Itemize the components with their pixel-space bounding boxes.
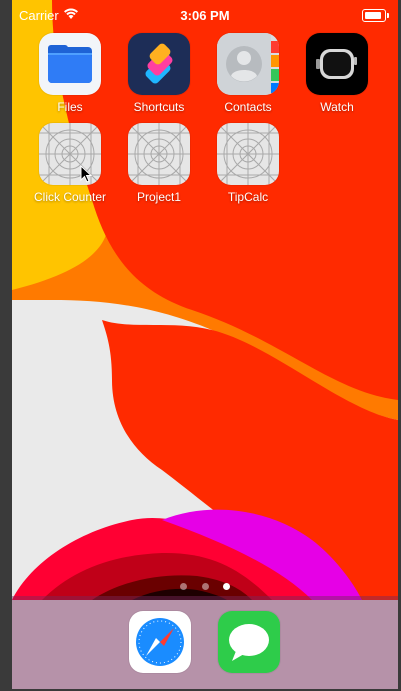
page-dot-active <box>222 583 230 590</box>
app-watch[interactable]: Watch <box>292 33 382 114</box>
home-screen: Carrier 3:06 PM Files Shortcuts Contacts… <box>12 0 398 689</box>
app-tipcalc[interactable]: TipCalc <box>203 123 293 204</box>
files-icon <box>39 33 101 95</box>
app-label: Files <box>57 100 83 114</box>
battery-icon <box>362 9 389 22</box>
dock <box>12 596 398 689</box>
page-dot <box>201 583 209 590</box>
app-label: Contacts <box>224 100 272 114</box>
app-placeholder-icon <box>217 123 279 185</box>
app-files[interactable]: Files <box>25 33 115 114</box>
mouse-pointer-icon <box>80 165 92 183</box>
contacts-icon <box>217 33 279 95</box>
status-bar: Carrier 3:06 PM <box>12 0 398 30</box>
app-project1[interactable]: Project1 <box>114 123 204 204</box>
app-label: Project1 <box>136 190 182 204</box>
app-shortcuts[interactable]: Shortcuts <box>114 33 204 114</box>
page-indicator[interactable] <box>12 577 398 590</box>
status-time: 3:06 PM <box>180 8 230 23</box>
page-dot <box>180 583 188 590</box>
messages-icon[interactable] <box>218 611 280 673</box>
app-label: Shortcuts <box>133 100 185 114</box>
app-label: Watch <box>320 100 354 114</box>
app-label: TipCalc <box>227 190 269 204</box>
app-click-counter[interactable]: Click Counter <box>25 123 115 204</box>
shortcuts-icon <box>128 33 190 95</box>
app-label: Click Counter <box>33 190 107 204</box>
safari-icon[interactable] <box>129 611 191 673</box>
watch-icon <box>306 33 368 95</box>
battery-fill <box>365 12 381 19</box>
app-contacts[interactable]: Contacts <box>203 33 293 114</box>
app-placeholder-icon <box>128 123 190 185</box>
